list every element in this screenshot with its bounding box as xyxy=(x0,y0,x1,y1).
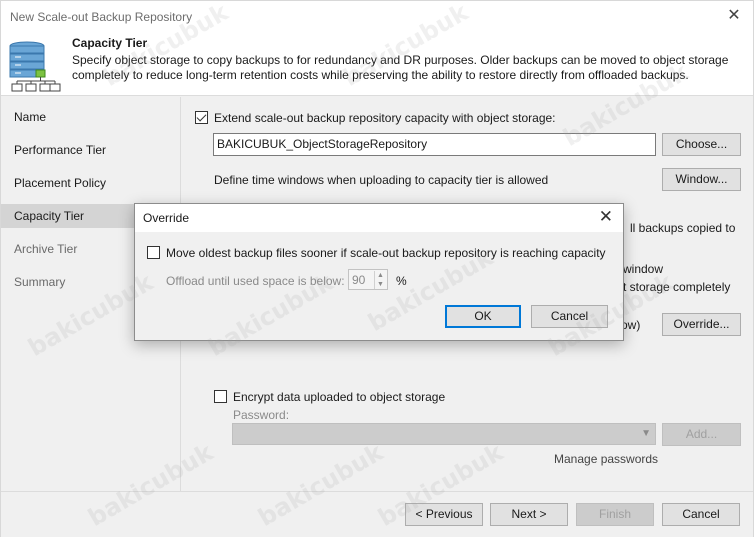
window-label-partial: window xyxy=(623,262,664,276)
chevron-down-icon: ▼ xyxy=(641,428,651,439)
move-backups-label-partial: t storage completely xyxy=(623,280,731,294)
title-bar: New Scale-out Backup Repository ✕ xyxy=(1,1,753,32)
wizard-window: New Scale-out Backup Repository ✕ Capaci… xyxy=(0,0,754,537)
override-dialog-title: Override xyxy=(143,211,190,225)
dialog-cancel-button[interactable]: Cancel xyxy=(531,305,608,328)
extend-capacity-label: Extend scale-out backup repository capac… xyxy=(214,111,556,125)
manage-passwords-link[interactable]: Manage passwords xyxy=(554,452,658,466)
next-button[interactable]: Next > xyxy=(490,503,568,526)
override-dialog: Override ✕ Move oldest backup files soon… xyxy=(134,203,624,341)
offload-threshold-value: 90 xyxy=(352,273,366,287)
ok-button[interactable]: OK xyxy=(445,305,521,328)
percent-label: % xyxy=(396,274,407,288)
object-storage-field[interactable]: BAKICUBUK_ObjectStorageRepository xyxy=(213,133,656,156)
time-window-label: Define time windows when uploading to ca… xyxy=(214,173,549,187)
password-label: Password: xyxy=(233,408,290,422)
override-dialog-titlebar: Override ✕ xyxy=(135,204,623,232)
close-icon[interactable]: ✕ xyxy=(599,207,613,227)
chevron-down-icon[interactable]: ▼ xyxy=(374,280,386,289)
page-description: Specify object storage to copy backups t… xyxy=(72,53,729,82)
window-title: New Scale-out Backup Repository xyxy=(10,10,193,24)
add-password-button[interactable]: Add... xyxy=(662,423,741,446)
close-icon[interactable]: ✕ xyxy=(723,6,745,26)
move-sooner-label: Move oldest backup files sooner if scale… xyxy=(166,246,606,260)
previous-button[interactable]: < Previous xyxy=(405,503,483,526)
page-title: Capacity Tier xyxy=(72,36,148,50)
wizard-header: Capacity Tier Specify object storage to … xyxy=(1,32,753,96)
copy-backups-label-partial: ll backups copied to xyxy=(630,221,736,235)
step-name[interactable]: Name xyxy=(1,105,181,129)
chevron-up-icon[interactable]: ▲ xyxy=(374,271,386,280)
step-performance-tier[interactable]: Performance Tier xyxy=(1,138,181,162)
offload-threshold-label: Offload until used space is below: xyxy=(166,274,345,288)
window-button[interactable]: Window... xyxy=(662,168,741,191)
step-placement-policy[interactable]: Placement Policy xyxy=(1,171,181,195)
encrypt-label: Encrypt data uploaded to object storage xyxy=(233,390,446,404)
cancel-button[interactable]: Cancel xyxy=(662,503,740,526)
override-button[interactable]: Override... xyxy=(662,313,741,336)
repository-database-icon xyxy=(9,41,61,92)
finish-button[interactable]: Finish xyxy=(576,503,654,526)
extend-capacity-checkbox[interactable] xyxy=(195,111,208,124)
offload-threshold-stepper[interactable]: 90 ▲ ▼ xyxy=(348,269,388,290)
move-sooner-checkbox[interactable] xyxy=(147,246,160,259)
choose-button[interactable]: Choose... xyxy=(662,133,741,156)
password-dropdown[interactable]: ▼ xyxy=(232,423,656,445)
encrypt-checkbox[interactable] xyxy=(214,390,227,403)
wizard-footer: < Previous Next > Finish Cancel xyxy=(1,491,753,537)
